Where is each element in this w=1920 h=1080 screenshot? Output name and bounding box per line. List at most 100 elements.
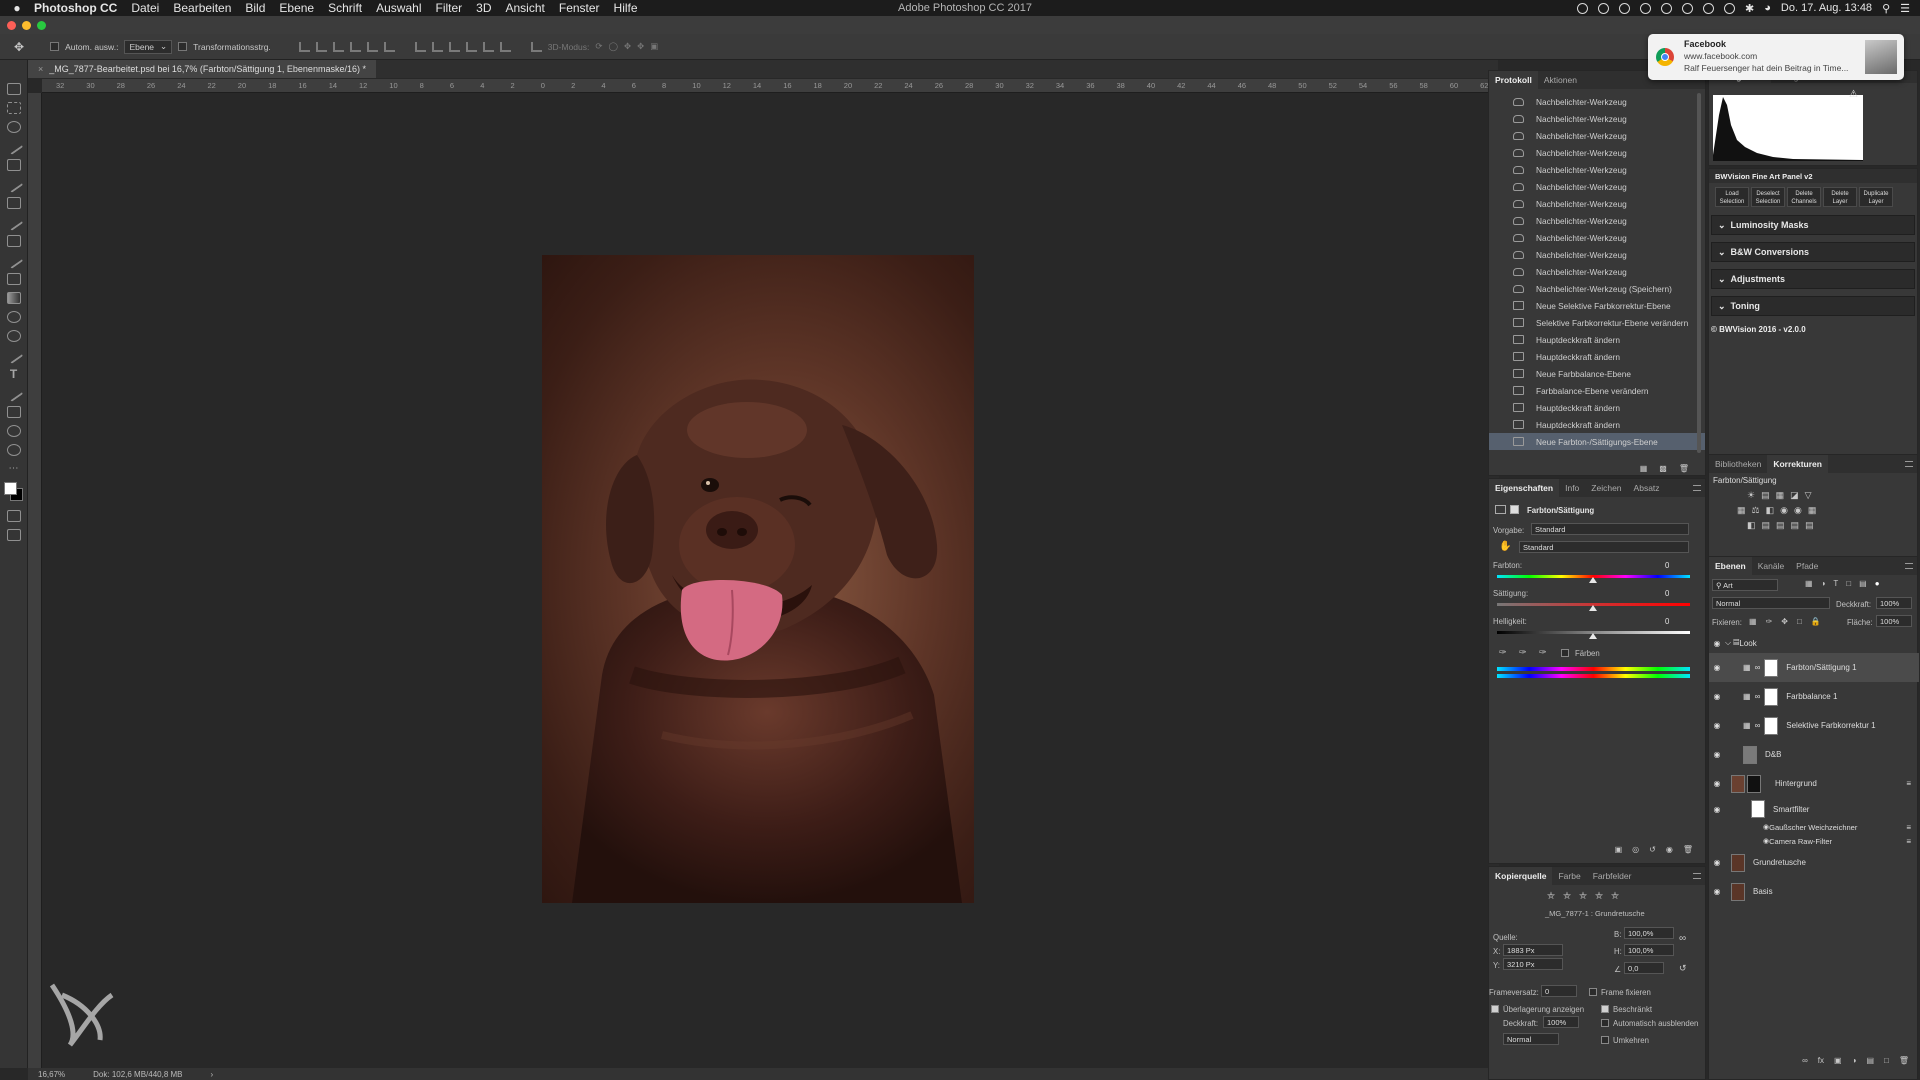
add-mask-icon[interactable]: ▣ <box>1834 1056 1842 1065</box>
tab-aktionen[interactable]: Aktionen <box>1538 71 1583 89</box>
history-item[interactable]: Nachbelichter-Werkzeug <box>1489 161 1705 178</box>
smart-filter-mask-thumbnail[interactable] <box>1751 800 1765 818</box>
y-field[interactable]: 3210 Px <box>1503 958 1563 970</box>
align-top-icon[interactable] <box>298 41 310 52</box>
history-item[interactable]: Hauptdeckkraft ändern <box>1489 416 1705 433</box>
layer-row[interactable]: ◉ ▦ ∞ Selektive Farbkorrektur 1 <box>1709 711 1919 740</box>
minimize-window-icon[interactable] <box>22 21 31 30</box>
layer-row[interactable]: ◉ Basis <box>1709 877 1919 906</box>
filter-pixel-icon[interactable]: ▦ <box>1805 579 1813 588</box>
h-field[interactable]: 100,0% <box>1624 944 1674 956</box>
visibility-eye-icon[interactable]: ◉ <box>1709 887 1725 896</box>
new-document-from-state-icon[interactable]: ▦ <box>1640 464 1648 473</box>
move-tool-icon[interactable] <box>6 83 21 95</box>
delete-layer-button[interactable]: Delete Layer <box>1823 187 1857 207</box>
quick-mask-icon[interactable] <box>6 510 21 522</box>
deselect-selection-button[interactable]: Deselect Selection <box>1751 187 1785 207</box>
layer-row[interactable]: ◉ Grundretusche <box>1709 848 1919 877</box>
distribute-right-icon[interactable] <box>499 41 511 52</box>
history-scrollbar[interactable] <box>1697 93 1701 453</box>
history-item[interactable]: Neue Farbton-/Sättigungs-Ebene <box>1489 433 1705 450</box>
app-menu[interactable]: Photoshop CC <box>34 1 117 15</box>
menu-auswahl[interactable]: Auswahl <box>376 1 421 15</box>
history-item[interactable]: Hauptdeckkraft ändern <box>1489 331 1705 348</box>
rectangle-tool-icon[interactable] <box>6 406 21 418</box>
section-toning[interactable]: ⌄ Toning <box>1711 296 1915 316</box>
history-item[interactable]: Nachbelichter-Werkzeug <box>1489 195 1705 212</box>
eraser-tool-icon[interactable] <box>6 273 21 285</box>
lock-all-icon[interactable]: 🔒 <box>1811 617 1821 626</box>
exposure-icon[interactable]: ◪ <box>1790 490 1799 501</box>
color-balance-icon[interactable]: ⚖ <box>1752 505 1760 516</box>
section-adjustments[interactable]: ⌄ Adjustments <box>1711 269 1915 289</box>
delete-state-icon[interactable]: 🗑 <box>1679 464 1689 473</box>
mask-link-icon[interactable]: ∞ <box>1755 692 1761 701</box>
clipped-checkbox[interactable] <box>1601 1005 1609 1013</box>
tab-absatz[interactable]: Absatz <box>1628 479 1666 497</box>
status-menu-arrow-icon[interactable]: › <box>211 1070 214 1079</box>
link-layers-icon[interactable]: ∞ <box>1802 1056 1808 1065</box>
new-adjustment-layer-icon[interactable]: ◑ <box>1852 1056 1857 1065</box>
link-proportions-icon[interactable]: ∞ <box>1679 933 1686 944</box>
mask-link-icon[interactable]: ∞ <box>1755 721 1761 730</box>
spot-healing-tool-icon[interactable] <box>6 197 21 209</box>
eyedropper-icon[interactable]: ✑ <box>1499 647 1507 658</box>
align-vcenter-icon[interactable] <box>315 41 327 52</box>
preset-dropdown[interactable]: Standard <box>1531 523 1689 535</box>
visibility-eye-icon[interactable]: ◉ <box>1709 750 1725 759</box>
layer-mask-thumbnail[interactable] <box>1764 716 1779 735</box>
lasso-tool-icon[interactable] <box>6 121 21 133</box>
marquee-tool-icon[interactable] <box>6 102 21 114</box>
eyedropper-add-icon[interactable]: ✑ <box>1519 647 1527 658</box>
auto-select-checkbox[interactable] <box>50 42 60 51</box>
zoom-window-icon[interactable] <box>37 21 46 30</box>
clone-source-5-icon[interactable]: ⛤ <box>1611 891 1619 902</box>
distribute-bottom-icon[interactable] <box>448 41 460 52</box>
w-field[interactable]: 100,0% <box>1624 927 1674 939</box>
time-machine-icon[interactable] <box>1724 2 1736 14</box>
more-tools-icon[interactable]: ⋯ <box>9 463 19 474</box>
tab-korrekturen[interactable]: Korrekturen <box>1767 455 1828 473</box>
threshold-icon[interactable]: ▤ <box>1776 520 1785 531</box>
tab-pfade[interactable]: Pfade <box>1790 557 1824 575</box>
section-luminosity-masks[interactable]: ⌄ Luminosity Masks <box>1711 215 1915 235</box>
x-field[interactable]: 1883 Px <box>1503 944 1563 956</box>
align-right-icon[interactable] <box>383 41 395 52</box>
show-overlay-checkbox[interactable] <box>1491 1005 1499 1013</box>
tab-farbfelder[interactable]: Farbfelder <box>1587 867 1638 885</box>
history-item[interactable]: Farbbalance-Ebene verändern <box>1489 382 1705 399</box>
blend-mode-dropdown[interactable]: Normal <box>1712 597 1830 609</box>
cache-warning-icon[interactable]: ⚠ <box>1849 89 1858 100</box>
delete-layer-icon[interactable]: 🗑 <box>1899 1056 1909 1065</box>
reset-adjustment-icon[interactable]: ↺ <box>1649 845 1656 854</box>
canvas-area[interactable] <box>42 93 1499 1068</box>
move-tool-options-icon[interactable]: ✥ <box>14 40 24 54</box>
layer-mask-thumbnail[interactable] <box>1764 687 1779 706</box>
close-window-icon[interactable] <box>7 21 16 30</box>
layer-row[interactable]: ◉ ⌵ ▤ Look <box>1709 633 1919 653</box>
document-tab[interactable]: × _MG_7877-Bearbeitet.psd bei 16,7% (Far… <box>28 60 376 78</box>
filter-adjustment-icon[interactable]: ◑ <box>1821 579 1826 588</box>
record-icon[interactable] <box>1577 2 1589 14</box>
document-image[interactable] <box>542 255 974 903</box>
hue-value[interactable]: 0 <box>1665 561 1669 570</box>
smart-object-icon[interactable]: ≡ <box>1906 779 1911 788</box>
panel-menu-icon[interactable] <box>1905 563 1913 569</box>
history-item[interactable]: Nachbelichter-Werkzeug <box>1489 144 1705 161</box>
apple-menu-icon[interactable]: ● <box>0 1 34 15</box>
distribute-hcenter-icon[interactable] <box>482 41 494 52</box>
clone-stamp-tool-icon[interactable] <box>6 235 21 247</box>
color-swatches[interactable] <box>3 481 25 503</box>
vibrance-icon[interactable]: ▽ <box>1805 490 1812 501</box>
layer-thumbnail[interactable] <box>1731 774 1745 793</box>
clone-source-4-icon[interactable]: ⛤ <box>1595 891 1603 902</box>
dropbox-icon[interactable] <box>1619 2 1631 14</box>
crop-tool-icon[interactable] <box>6 159 21 171</box>
filter-options-icon[interactable]: ≡ <box>1906 823 1911 832</box>
delete-adjustment-icon[interactable]: 🗑 <box>1683 845 1693 854</box>
menu-ansicht[interactable]: Ansicht <box>506 1 545 15</box>
history-item[interactable]: Nachbelichter-Werkzeug <box>1489 246 1705 263</box>
angle-field[interactable]: 0,0 <box>1624 962 1664 974</box>
clip-to-layer-icon[interactable]: ▣ <box>1615 845 1623 854</box>
history-item[interactable]: Selektive Farbkorrektur-Ebene verändern <box>1489 314 1705 331</box>
